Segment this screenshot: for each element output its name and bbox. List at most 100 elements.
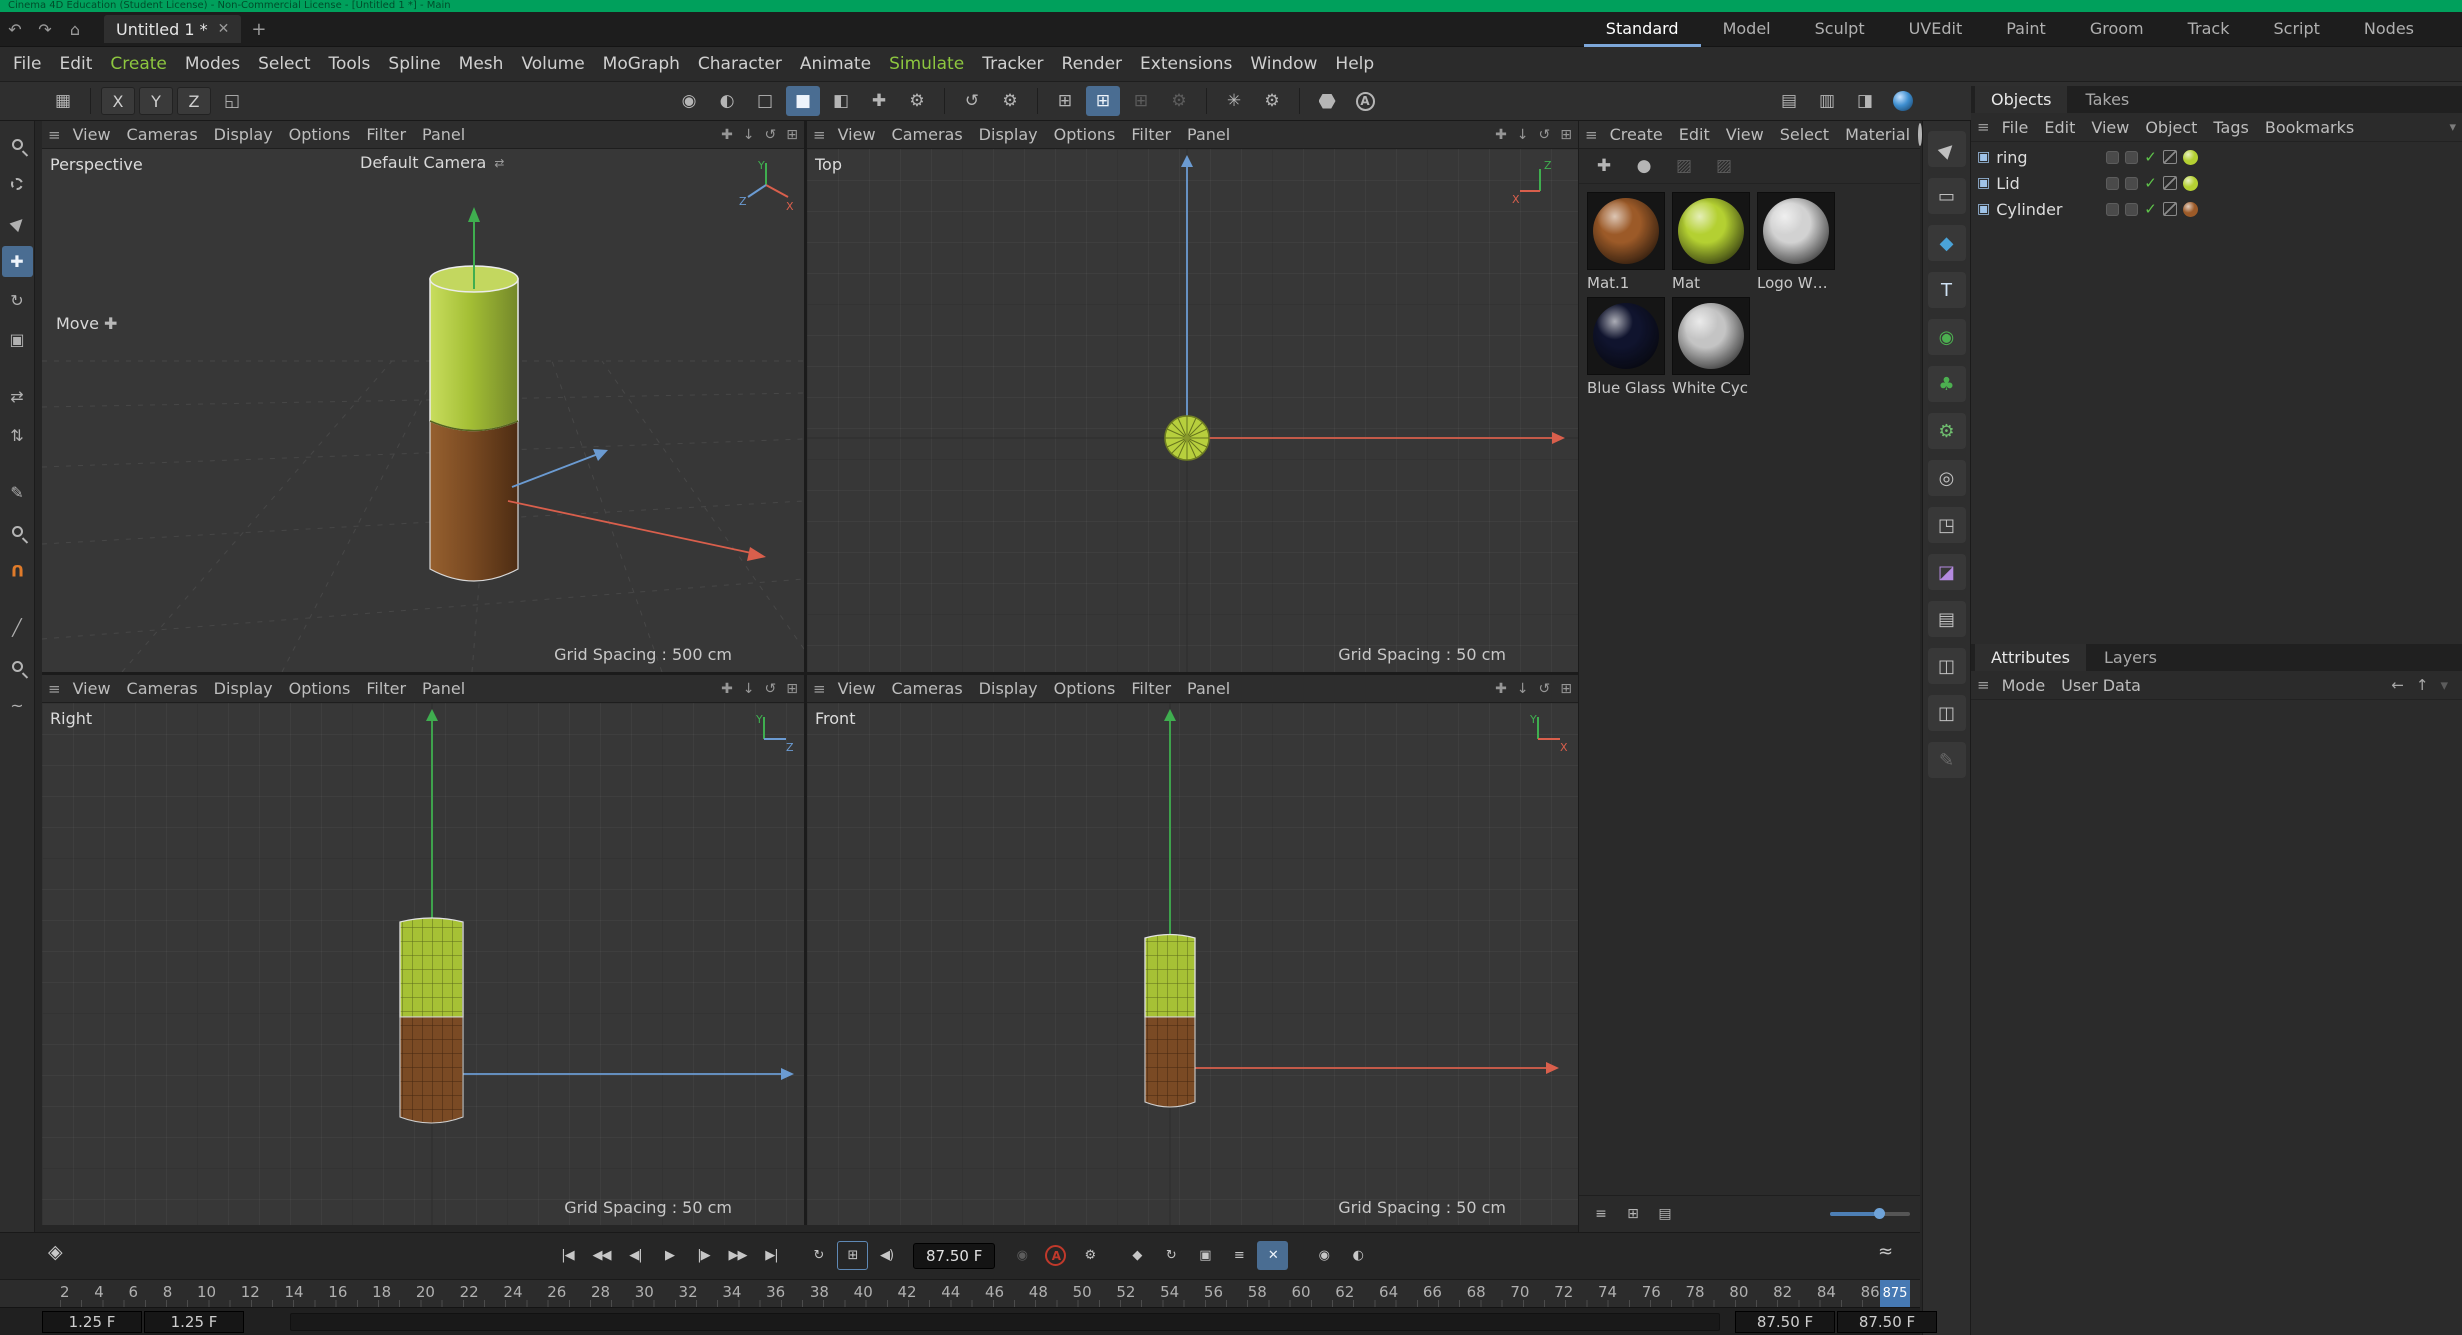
rotate-view-icon[interactable]: ↺: [1539, 127, 1551, 143]
snap-grid-icon[interactable]: ⊞: [1086, 86, 1120, 116]
dolly-view-icon[interactable]: ↓: [743, 681, 755, 697]
dolly-view-icon[interactable]: ↓: [1517, 127, 1529, 143]
close-tab-icon[interactable]: ✕: [218, 21, 230, 37]
layout-tab-nodes[interactable]: Nodes: [2342, 12, 2436, 47]
viewport-menu-icon[interactable]: ≡: [813, 126, 826, 144]
workplane-icon[interactable]: [1310, 86, 1344, 116]
rotate-view-icon[interactable]: ↺: [1539, 681, 1551, 697]
enabled-check-icon[interactable]: ✓: [2144, 200, 2157, 218]
prev-frame-button[interactable]: ◀|: [620, 1241, 651, 1270]
menu-animate[interactable]: Animate: [791, 54, 880, 74]
viewport-perspective[interactable]: ≡ ViewCamerasDisplayOptionsFilterPanel ✚…: [42, 121, 804, 672]
model-mode-icon[interactable]: ◆: [1928, 225, 1966, 261]
texture-mode-icon[interactable]: T: [1928, 272, 1966, 308]
simulation-settings-icon[interactable]: ⚙: [993, 86, 1027, 116]
vp-menu-options[interactable]: Options: [1046, 125, 1124, 144]
panel-menu-icon[interactable]: ≡: [1585, 126, 1598, 144]
cube-tool-icon[interactable]: ■: [786, 86, 820, 116]
rings-mode-icon[interactable]: ◎: [1928, 460, 1966, 496]
maximize-viewport-icon[interactable]: ⊞: [786, 127, 798, 143]
film-icon[interactable]: ▤: [1928, 601, 1966, 637]
tab-takes[interactable]: Takes: [2069, 86, 2145, 113]
keying-settings-icon[interactable]: ⚙: [1074, 1241, 1105, 1270]
document-tab[interactable]: Untitled 1 * ✕: [104, 15, 241, 43]
menu-help[interactable]: Help: [1326, 54, 1383, 74]
workplane-mode-icon[interactable]: ◳: [1928, 507, 1966, 543]
timeline-playhead[interactable]: 875: [1880, 1280, 1910, 1307]
vertical-axes-icon[interactable]: ⇅: [2, 420, 33, 451]
vp-menu-display[interactable]: Display: [206, 125, 281, 144]
fcurve-icon[interactable]: ≈: [1878, 1241, 1893, 1262]
object-menu-bookmarks[interactable]: Bookmarks: [2257, 118, 2362, 137]
sound-icon[interactable]: ◀): [871, 1241, 902, 1270]
new-material-icon[interactable]: ✚: [1587, 151, 1621, 181]
magnet-tool-icon[interactable]: U: [2, 555, 33, 586]
tab-objects[interactable]: Objects: [1975, 86, 2067, 113]
material-tag-icon[interactable]: [2183, 202, 2198, 217]
object-menu-tags[interactable]: Tags: [2205, 118, 2256, 137]
vp-menu-filter[interactable]: Filter: [358, 125, 414, 144]
vp-menu-display[interactable]: Display: [971, 125, 1046, 144]
range-end-field-87-50-f[interactable]: 87.50 F: [1735, 1311, 1835, 1333]
viewport-top-canvas[interactable]: Top Z X Grid Spacing : 50 cm: [807, 149, 1578, 672]
vp-menu-filter[interactable]: Filter: [1123, 125, 1179, 144]
coordinate-system-icon[interactable]: ◱: [215, 86, 249, 116]
key-pla-icon[interactable]: ✕: [1257, 1241, 1288, 1270]
simulate-icon[interactable]: ◐: [710, 86, 744, 116]
lock-icon[interactable]: ▾: [2440, 676, 2448, 694]
annotation-icon[interactable]: A: [1348, 86, 1382, 116]
zoom-tool-icon[interactable]: [2, 516, 33, 547]
layout-tab-track[interactable]: Track: [2166, 12, 2252, 47]
dolly-view-icon[interactable]: ↓: [1517, 681, 1529, 697]
dolly-view-icon[interactable]: ↓: [743, 127, 755, 143]
timeline-ruler[interactable]: 2468101214161820222426283032343638404244…: [0, 1279, 1920, 1307]
thumbnail-size-slider[interactable]: [1830, 1212, 1910, 1216]
layout-tab-script[interactable]: Script: [2252, 12, 2342, 47]
vp-menu-filter[interactable]: Filter: [1123, 679, 1179, 698]
interactive-render-icon[interactable]: [1886, 86, 1920, 116]
material-mat-1[interactable]: Mat.1: [1587, 192, 1667, 292]
viewport-top[interactable]: ≡ ViewCamerasDisplayOptionsFilterPanel ✚…: [807, 121, 1578, 672]
phong-tag-icon[interactable]: [2163, 150, 2177, 164]
record-circle-icon[interactable]: ◉: [1006, 1241, 1037, 1270]
axis-lock-z[interactable]: Z: [177, 87, 211, 115]
menu-mesh[interactable]: Mesh: [450, 54, 513, 74]
vp-menu-panel[interactable]: Panel: [1179, 679, 1238, 698]
next-key-button[interactable]: ▶▶: [722, 1241, 753, 1270]
menu-edit[interactable]: Edit: [50, 54, 101, 74]
record-icon[interactable]: ◉: [672, 86, 706, 116]
material-menu-select[interactable]: Select: [1772, 125, 1837, 144]
object-row-ring[interactable]: ▣ring✓: [1971, 144, 2462, 170]
vp-menu-panel[interactable]: Panel: [1179, 125, 1238, 144]
current-frame-field[interactable]: 87.50 F: [913, 1243, 995, 1269]
layout-tab-uvedit[interactable]: UVEdit: [1887, 12, 1985, 47]
camera-selector[interactable]: Default Camera ⇄: [360, 153, 504, 172]
menu-spline[interactable]: Spline: [379, 54, 449, 74]
vp-menu-view[interactable]: View: [65, 125, 119, 144]
vp-menu-display[interactable]: Display: [206, 679, 281, 698]
slider-knob[interactable]: [1874, 1208, 1885, 1219]
menu-file[interactable]: File: [4, 54, 50, 74]
object-name[interactable]: Cylinder: [1996, 200, 2100, 219]
material-menu-view[interactable]: View: [1718, 125, 1772, 144]
render-visibility-dot[interactable]: [2125, 177, 2138, 190]
rotate-tool-icon[interactable]: ↻: [2, 285, 33, 316]
pan-view-icon[interactable]: ✚: [1495, 681, 1507, 697]
new-tab-button[interactable]: +: [251, 19, 266, 40]
viewport-front-canvas[interactable]: Front Y X Grid Spacing : 50 cm: [807, 703, 1578, 1225]
material-sphere-icon[interactable]: ●: [1627, 151, 1661, 181]
range-start-field-1-25-f[interactable]: 1.25 F: [144, 1311, 244, 1333]
viewport-menu-icon[interactable]: ≡: [48, 680, 61, 698]
vp-menu-view[interactable]: View: [830, 125, 884, 144]
material-logo-white[interactable]: Logo White: [1757, 192, 1837, 292]
panel-menu-icon[interactable]: ≡: [1977, 676, 1990, 694]
menu-character[interactable]: Character: [689, 54, 791, 74]
phong-tag-icon[interactable]: [2163, 202, 2177, 216]
editor-visibility-dot[interactable]: [2106, 151, 2119, 164]
enabled-check-icon[interactable]: ✓: [2144, 148, 2157, 166]
shear-mode-icon[interactable]: ◪: [1928, 554, 1966, 590]
vp-menu-options[interactable]: Options: [281, 125, 359, 144]
layout-tab-groom[interactable]: Groom: [2068, 12, 2166, 47]
panel-swap-icon-1[interactable]: ◫: [1928, 648, 1966, 684]
prev-key-button[interactable]: ◀◀: [586, 1241, 617, 1270]
